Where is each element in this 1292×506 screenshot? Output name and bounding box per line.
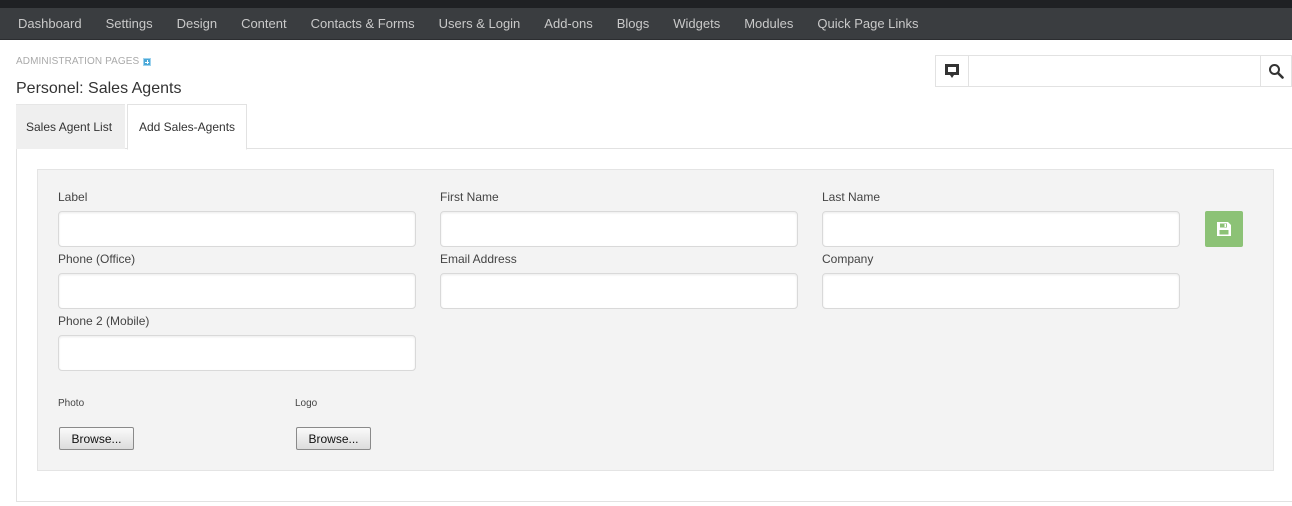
flag-icon[interactable] [936,56,969,86]
main-nav: Dashboard Settings Design Content Contac… [0,8,1292,40]
phone-office-label: Phone (Office) [58,252,136,266]
search-icon [1269,64,1284,79]
first-name-input[interactable] [440,211,798,247]
nav-content[interactable]: Content [229,8,299,40]
last-name-input[interactable] [822,211,1180,247]
logo-browse-button[interactable]: Browse... [296,427,371,450]
nav-dashboard[interactable]: Dashboard [6,8,94,40]
label-input[interactable] [58,211,416,247]
tab-add-sales-agents[interactable]: Add Sales-Agents [127,104,247,150]
nav-settings[interactable]: Settings [94,8,165,40]
nav-modules[interactable]: Modules [732,8,805,40]
page-title: Personel: Sales Agents [16,80,182,97]
company-input[interactable] [822,273,1180,309]
save-button[interactable] [1205,211,1243,247]
email-address-input[interactable] [440,273,798,309]
first-name-label: First Name [440,190,499,204]
nav-widgets[interactable]: Widgets [661,8,732,40]
tab-sales-agent-list[interactable]: Sales Agent List [16,104,125,149]
nav-blogs[interactable]: Blogs [605,8,662,40]
nav-quick-page-links[interactable]: Quick Page Links [805,8,930,40]
search-box [935,55,1292,87]
company-label: Company [822,252,874,266]
breadcrumb-label[interactable]: ADMINISTRATION PAGES [16,56,139,67]
phone-mobile-label: Phone 2 (Mobile) [58,314,150,328]
expand-plus-icon[interactable] [143,57,152,66]
logo-label: Logo [295,398,318,409]
nav-design[interactable]: Design [165,8,229,40]
label-field-label: Label [58,190,88,204]
phone-office-input[interactable] [58,273,416,309]
search-input[interactable] [969,56,1260,86]
phone-mobile-input[interactable] [58,335,416,371]
search-button[interactable] [1260,56,1291,86]
tab-bar: Sales Agent List Add Sales-Agents [16,104,247,150]
save-icon [1217,222,1231,236]
nav-users-login[interactable]: Users & Login [427,8,533,40]
nav-add-ons[interactable]: Add-ons [532,8,604,40]
breadcrumb: ADMINISTRATION PAGES [16,56,152,67]
photo-browse-button[interactable]: Browse... [59,427,134,450]
nav-contacts-forms[interactable]: Contacts & Forms [299,8,427,40]
last-name-label: Last Name [822,190,881,204]
photo-label: Photo [58,398,85,409]
email-address-label: Email Address [440,252,517,266]
